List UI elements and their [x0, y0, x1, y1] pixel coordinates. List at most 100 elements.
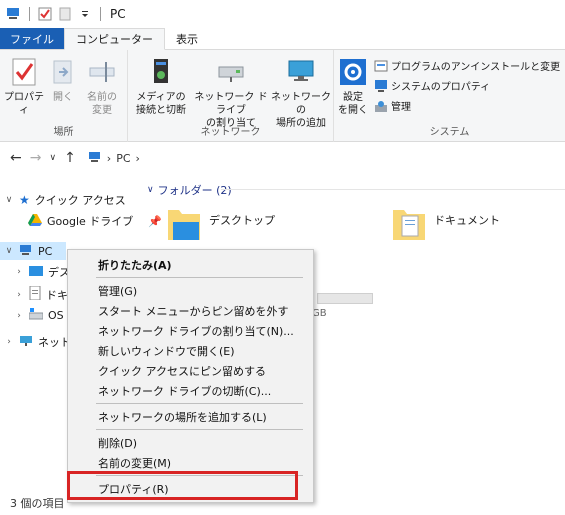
- system-properties-label: システムのプロパティ: [391, 82, 491, 93]
- folder-desktop[interactable]: デスクトップ: [167, 206, 275, 245]
- expand-down-icon[interactable]: ∨: [4, 195, 14, 205]
- uninstall-label: プログラムのアンインストールと変更: [391, 62, 561, 73]
- media-server-icon: [145, 56, 177, 88]
- nav-quick-access-label: クイック アクセス: [34, 194, 126, 207]
- collapse-chevron-icon: ∨: [147, 185, 154, 195]
- documents-folder-icon: [392, 206, 426, 245]
- properties-highlight-box: [67, 471, 298, 500]
- properties-check-icon[interactable]: [37, 6, 53, 22]
- menu-item-collapse[interactable]: 折りたたみ(A): [68, 255, 313, 275]
- windows-drive-icon: [28, 308, 44, 323]
- add-location-label-1: ネットワークの: [271, 92, 331, 116]
- menu-item-unpin-start[interactable]: スタート メニューからピン留めを外す: [68, 301, 313, 321]
- nav-pc[interactable]: ∨ PC: [0, 242, 66, 260]
- desktop-folder-label: デスクトップ: [209, 214, 275, 227]
- pc-icon: [19, 244, 33, 259]
- window-title: PC: [110, 7, 126, 21]
- map-drive-label-1: ネットワーク ドライブ: [194, 92, 268, 116]
- manage-label: 管理: [391, 102, 411, 113]
- network-drive-icon: [215, 56, 247, 88]
- nav-quick-access[interactable]: ∨ ★ クイック アクセス: [4, 192, 126, 208]
- title-bar: PC: [0, 0, 565, 28]
- document-icon: [29, 285, 41, 303]
- menu-item-map-drive[interactable]: ネットワーク ドライブの割り当て(N)...: [68, 321, 313, 341]
- ribbon-tabs: ファイル コンピューター 表示: [0, 28, 565, 50]
- nav-os-drive[interactable]: › OS (: [14, 308, 71, 323]
- menu-separator: [96, 277, 303, 278]
- folder-documents[interactable]: ドキュメント: [392, 206, 500, 245]
- expand-right-icon[interactable]: ›: [4, 337, 14, 347]
- add-network-location-button[interactable]: ネットワークの 場所の追加: [270, 56, 332, 130]
- breadcrumb-end-chevron-icon[interactable]: ›: [136, 152, 140, 165]
- star-icon: ★: [19, 193, 30, 207]
- group-divider: [221, 189, 565, 190]
- status-item-count: 3 個の項目: [10, 497, 65, 510]
- open-button[interactable]: 開く: [48, 56, 78, 104]
- drive-storage-text: GB: [312, 308, 327, 319]
- manage-button[interactable]: 管理: [374, 98, 411, 113]
- open-icon: [47, 56, 79, 88]
- menu-item-pin-quick-access[interactable]: クイック アクセスにピン留めする: [68, 361, 313, 381]
- map-drive-button[interactable]: ネットワーク ドライブ の割り当て: [194, 56, 268, 130]
- menu-item-disconnect-drive[interactable]: ネットワーク ドライブの切断(C)...: [68, 381, 313, 401]
- expand-right-icon[interactable]: ›: [14, 267, 24, 277]
- uninstall-icon: [374, 59, 388, 73]
- pc-breadcrumb-icon: [88, 151, 102, 166]
- tab-view[interactable]: 表示: [165, 28, 209, 49]
- back-arrow-icon[interactable]: ←: [10, 150, 22, 166]
- ribbon: プロパティ 開く 名前の 変更 場所 メディアの 接続と切断 ネットワーク ドラ…: [0, 50, 565, 142]
- breadcrumb-chevron-icon: ›: [106, 151, 112, 165]
- system-properties-button[interactable]: システムのプロパティ: [374, 78, 490, 93]
- rename-button[interactable]: 名前の 変更: [82, 56, 122, 117]
- settings-label-2: を開く: [338, 105, 368, 116]
- ribbon-group-location: プロパティ 開く 名前の 変更 場所: [0, 50, 128, 142]
- breadcrumb-pc[interactable]: PC: [116, 152, 130, 165]
- ribbon-group-system: 設定 を開く プログラムのアンインストールと変更 システムのプロパティ 管理 シ…: [334, 50, 565, 142]
- manage-icon: [374, 99, 388, 113]
- rename-label-1: 名前の: [87, 92, 117, 103]
- menu-item-add-network-location[interactable]: ネットワークの場所を追加する(L): [68, 407, 313, 427]
- menu-item-manage[interactable]: 管理(G): [68, 281, 313, 301]
- customize-dropdown-icon[interactable]: [77, 6, 93, 22]
- up-arrow-icon[interactable]: ↑: [64, 150, 76, 166]
- expand-right-icon[interactable]: ›: [14, 290, 24, 300]
- media-connect-button[interactable]: メディアの 接続と切断: [130, 56, 192, 117]
- new-folder-icon[interactable]: [57, 6, 73, 22]
- menu-item-open-new-window[interactable]: 新しいウィンドウで開く(E): [68, 341, 313, 361]
- quick-access-divider: [29, 7, 30, 21]
- tab-file[interactable]: ファイル: [0, 28, 64, 49]
- breadcrumb[interactable]: › PC ›: [88, 151, 140, 166]
- media-label-2: 接続と切断: [136, 105, 186, 116]
- system-properties-icon: [374, 79, 388, 93]
- menu-item-delete[interactable]: 削除(D): [68, 433, 313, 453]
- desktop-icon: [29, 265, 43, 279]
- title-divider: [100, 7, 101, 21]
- ribbon-group-network: メディアの 接続と切断 ネットワーク ドライブ の割り当て ネットワークの 場所…: [128, 50, 334, 142]
- location-group-label: 場所: [53, 127, 74, 138]
- expand-down-icon[interactable]: ∨: [4, 246, 14, 256]
- properties-button[interactable]: プロパティ: [4, 56, 44, 117]
- context-menu: 折りたたみ(A) 管理(G) スタート メニューからピン留めを外す ネットワーク…: [67, 249, 314, 503]
- drive-storage-bar: [317, 293, 373, 304]
- settings-gear-icon: [337, 56, 369, 88]
- tab-computer[interactable]: コンピューター: [64, 28, 165, 50]
- rename-label-2: 変更: [92, 105, 112, 116]
- documents-folder-label: ドキュメント: [434, 214, 500, 227]
- media-label-1: メディアの: [136, 92, 186, 103]
- address-bar: ← → ∨ ↑ › PC ›: [0, 142, 565, 174]
- open-settings-button[interactable]: 設定 を開く: [336, 56, 370, 117]
- nav-pc-label: PC: [38, 244, 53, 258]
- settings-label-1: 設定: [343, 92, 363, 103]
- properties-label: プロパティ: [4, 92, 44, 116]
- nav-google-drive[interactable]: Google ドライブ 📌: [28, 213, 162, 229]
- pc-icon: [6, 6, 22, 22]
- expand-right-icon[interactable]: ›: [14, 311, 24, 321]
- menu-item-rename[interactable]: 名前の変更(M): [68, 453, 313, 473]
- nav-google-drive-label: Google ドライブ: [47, 215, 134, 228]
- forward-arrow-icon[interactable]: →: [30, 150, 42, 166]
- folders-group-header[interactable]: ∨ フォルダー (2): [147, 182, 232, 198]
- recent-locations-chevron-icon[interactable]: ∨: [49, 153, 56, 163]
- uninstall-button[interactable]: プログラムのアンインストールと変更: [374, 58, 560, 73]
- network-icon: [19, 335, 33, 350]
- network-group-label: ネットワーク: [200, 127, 261, 138]
